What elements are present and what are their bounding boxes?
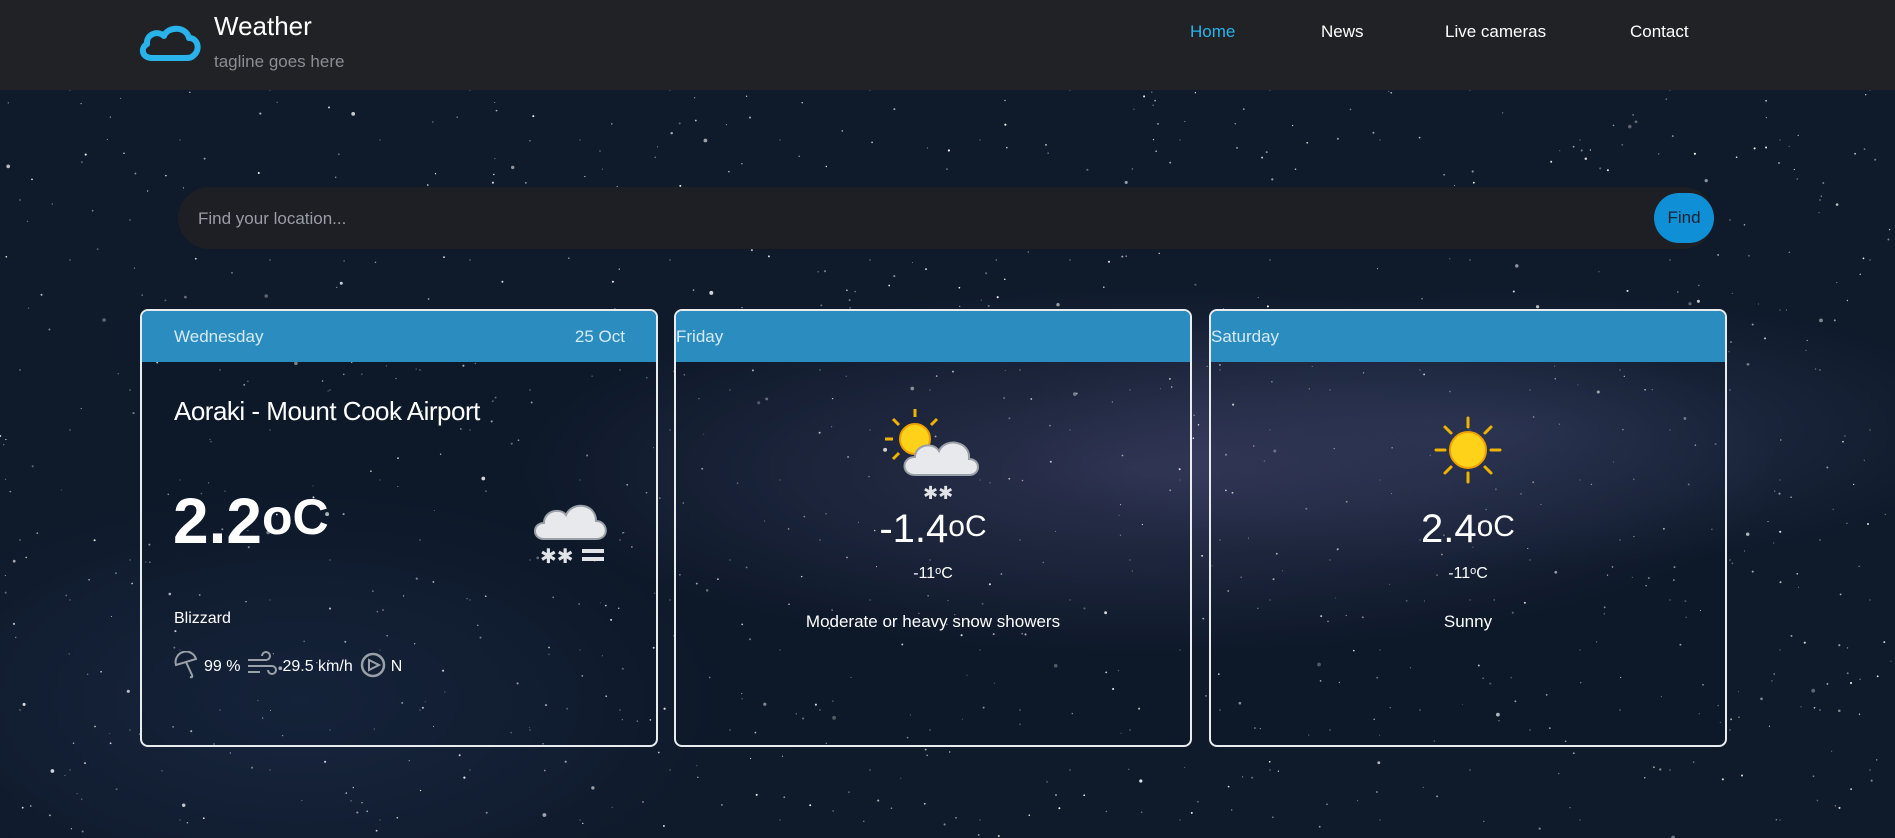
forecast-min-unit-suffix: C	[1476, 565, 1488, 582]
nav-contact-link[interactable]: Contact	[1630, 20, 1689, 44]
forecast-max-temp: 2.4oC	[1211, 506, 1725, 552]
location-name: Aoraki - Mount Cook Airport	[174, 396, 480, 426]
today-card-header: Wednesday 25 Oct	[142, 311, 656, 362]
site-title[interactable]: Weather	[214, 10, 344, 42]
wind-icon	[246, 650, 278, 684]
location-search-input[interactable]	[196, 187, 1600, 251]
site-header: Weather tagline goes here Home News Live…	[0, 0, 1895, 90]
forecast-max-temp: -1.4oC	[676, 506, 1190, 552]
forecast-day: Friday	[676, 327, 724, 346]
temperature-unit: oC	[261, 489, 329, 545]
today-forecast-card: Wednesday 25 Oct Aoraki - Mount Cook Air…	[140, 309, 658, 747]
find-button[interactable]: Find	[1654, 193, 1714, 243]
compass-icon	[359, 651, 387, 684]
forecast-card-saturday: Saturday 2.4oC -11oC Sunny	[1209, 309, 1727, 747]
forecast-min-value: -11	[913, 565, 936, 582]
forecast-min-unit-suffix: C	[941, 565, 953, 582]
nav-live-cameras-link[interactable]: Live cameras	[1445, 20, 1546, 44]
wind-direction-value: N	[390, 658, 403, 675]
forecast-max-value: -1.4	[879, 507, 949, 551]
forecast-condition: Moderate or heavy snow showers	[805, 612, 1061, 631]
forecast-max-unit: oC	[1476, 510, 1515, 543]
today-day: Wednesday	[174, 327, 264, 346]
umbrella-icon	[172, 650, 200, 684]
current-temperature-value: 2.2	[173, 485, 262, 557]
current-temperature: 2.2oC	[173, 486, 329, 556]
nav-news-link[interactable]: News	[1321, 20, 1364, 44]
forecast-min-value: -11	[1448, 565, 1471, 582]
location-search-bar: Find	[178, 187, 1714, 251]
today-date: 25 Oct	[574, 327, 625, 346]
forecast-max-unit: oC	[948, 510, 987, 543]
sun-icon	[1433, 415, 1503, 490]
site-tagline: tagline goes here	[214, 52, 345, 71]
blizzard-icon: ✱✱	[526, 491, 616, 576]
forecast-card-header: Friday	[676, 311, 1190, 362]
svg-text:✱✱: ✱✱	[923, 483, 953, 503]
sun-cloud-snow-icon: ✱✱	[881, 407, 985, 508]
forecast-card-friday: Friday ✱✱ -1.4oC -11oC Moderate or heavy…	[674, 309, 1192, 747]
humidity-value: 99 %	[204, 658, 241, 675]
forecast-card-header: Saturday	[1211, 311, 1725, 362]
forecast-condition: Sunny	[1443, 612, 1493, 631]
svg-text:✱✱: ✱✱	[540, 544, 574, 568]
forecast-day: Saturday	[1211, 327, 1280, 346]
nav-home-link[interactable]: Home	[1190, 20, 1235, 44]
forecast-max-value: 2.4	[1421, 507, 1477, 551]
wind-speed-value: 29.5 km/h	[282, 658, 353, 675]
forecast-min-temp: -11oC	[1211, 565, 1725, 583]
cloud-icon[interactable]	[138, 22, 202, 69]
current-stats: 99 % 29.5 km/h N	[172, 650, 408, 684]
brand: Weather tagline goes here	[214, 10, 344, 72]
current-condition: Blizzard	[174, 610, 231, 627]
forecast-min-temp: -11oC	[676, 565, 1190, 583]
